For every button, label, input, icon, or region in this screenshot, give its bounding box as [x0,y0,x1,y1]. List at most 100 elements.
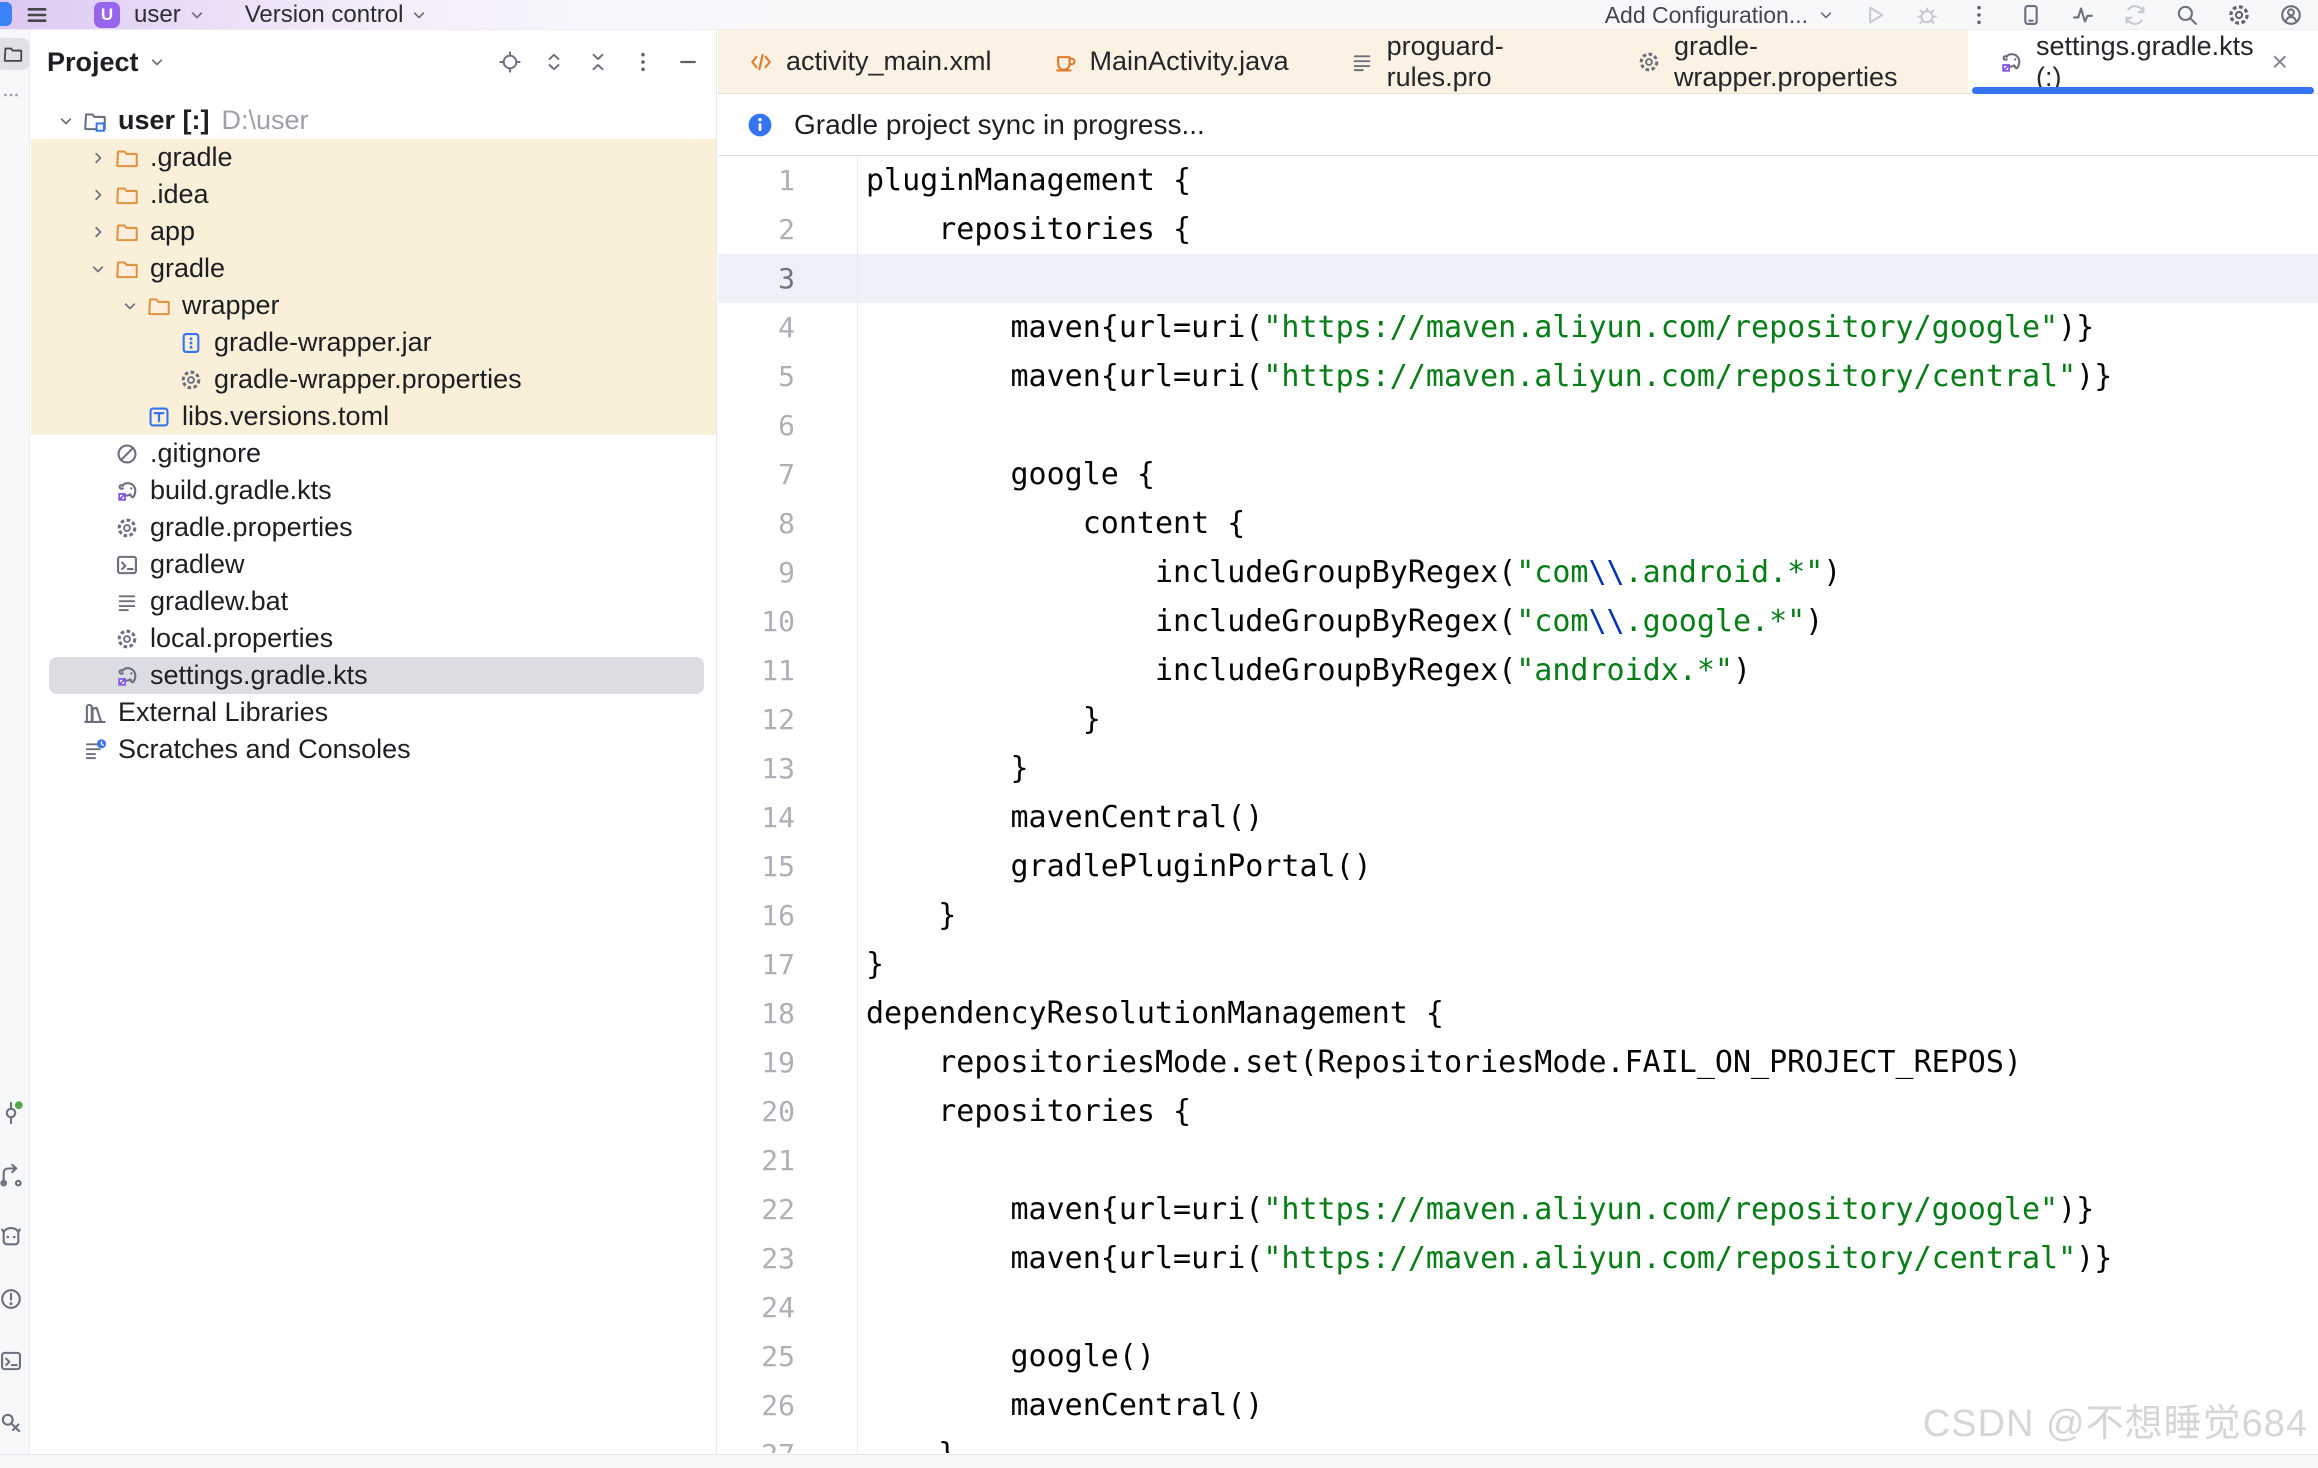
code-line[interactable]: 14 mavenCentral() [718,793,2318,842]
line-number[interactable]: 19 [718,1038,858,1087]
chevron-down-icon[interactable] [115,296,145,316]
line-number[interactable]: 17 [718,940,858,989]
line-number[interactable]: 24 [718,1283,858,1332]
code-line[interactable]: 25 google() [718,1332,2318,1381]
editor-tab[interactable]: activity_main.xml [718,30,1022,93]
line-number[interactable]: 7 [718,450,858,499]
code-line[interactable]: 21 [718,1136,2318,1185]
line-number[interactable]: 8 [718,499,858,548]
tree-row[interactable]: wrapper [31,287,716,324]
code-line[interactable]: 10 includeGroupByRegex("com\\.google.*") [718,597,2318,646]
expand-all-icon[interactable] [542,50,566,74]
project-avatar[interactable]: U [94,2,120,28]
hamburger-icon[interactable] [24,2,50,28]
pull-requests-icon[interactable] [0,1162,28,1188]
code-line[interactable]: 4 maven{url=uri("https://maven.aliyun.co… [718,303,2318,352]
device-manager-icon[interactable] [2018,2,2044,28]
line-number[interactable]: 2 [718,205,858,254]
project-switcher[interactable]: user [134,1,207,29]
line-number[interactable]: 26 [718,1381,858,1430]
code-line[interactable]: 7 google { [718,450,2318,499]
line-number[interactable]: 6 [718,401,858,450]
locate-icon[interactable] [498,50,522,74]
code-line[interactable]: 5 maven{url=uri("https://maven.aliyun.co… [718,352,2318,401]
line-number[interactable]: 20 [718,1087,858,1136]
line-number[interactable]: 21 [718,1136,858,1185]
code-line[interactable]: 9 includeGroupByRegex("com\\.android.*") [718,548,2318,597]
active-tool-window-pill[interactable] [0,38,30,70]
services-icon[interactable] [0,1410,28,1436]
code-line[interactable]: 2 repositories { [718,205,2318,254]
chevron-right-icon[interactable] [83,185,113,205]
line-number[interactable]: 5 [718,352,858,401]
line-number[interactable]: 1 [718,156,858,205]
tree-row[interactable]: local.properties [31,620,716,657]
line-number[interactable]: 23 [718,1234,858,1283]
debug-icon[interactable] [1914,2,1940,28]
line-number[interactable]: 12 [718,695,858,744]
code-line[interactable]: 1pluginManagement { [718,156,2318,205]
tree-row[interactable]: External Libraries [31,694,716,731]
code-line[interactable]: 22 maven{url=uri("https://maven.aliyun.c… [718,1185,2318,1234]
code-line[interactable]: 16 } [718,891,2318,940]
tree-row[interactable]: build.gradle.kts [31,472,716,509]
search-icon[interactable] [2174,2,2200,28]
code-line[interactable]: 24 [718,1283,2318,1332]
line-number[interactable]: 3 [718,254,858,303]
chevron-right-icon[interactable] [83,148,113,168]
line-number[interactable]: 16 [718,891,858,940]
line-number[interactable]: 10 [718,597,858,646]
chevron-right-icon[interactable] [83,222,113,242]
hide-icon[interactable] [676,50,700,74]
code-line[interactable]: 13 } [718,744,2318,793]
code-line[interactable]: 8 content { [718,499,2318,548]
vcs-widget[interactable]: Version control [245,1,430,29]
line-number[interactable]: 13 [718,744,858,793]
tree-row[interactable]: gradle-wrapper.jar [31,324,716,361]
more-windows-icon[interactable] [0,84,28,106]
tree-row[interactable]: .idea [31,176,716,213]
account-icon[interactable] [2278,2,2304,28]
editor-tab[interactable]: MainActivity.java [1022,30,1319,93]
code-line[interactable]: 18dependencyResolutionManagement { [718,989,2318,1038]
profiler-icon[interactable] [2070,2,2096,28]
code-line[interactable]: 19 repositoriesMode.set(RepositoriesMode… [718,1038,2318,1087]
code-line[interactable]: 6 [718,401,2318,450]
code-line[interactable]: 20 repositories { [718,1087,2318,1136]
line-number[interactable]: 9 [718,548,858,597]
terminal-icon[interactable] [0,1348,28,1374]
chevron-down-icon[interactable] [51,111,81,131]
code-line[interactable]: 15 gradlePluginPortal() [718,842,2318,891]
tree-row[interactable]: settings.gradle.kts [49,657,704,694]
line-number[interactable]: 11 [718,646,858,695]
assistant-icon[interactable] [0,1224,28,1250]
tree-row[interactable]: app [31,213,716,250]
tree-row[interactable]: Scratches and Consoles [31,731,716,768]
tree-row[interactable]: user [:]D:\user [31,102,716,139]
problems-icon[interactable] [0,1286,28,1312]
line-number[interactable]: 25 [718,1332,858,1381]
line-number[interactable]: 15 [718,842,858,891]
tree-row[interactable]: gradlew.bat [31,583,716,620]
editor-tab[interactable]: gradle-wrapper.properties [1606,30,1968,93]
tree-row[interactable]: gradle.properties [31,509,716,546]
code-editor[interactable]: 1pluginManagement {2 repositories {34 ma… [718,156,2318,1453]
code-line[interactable]: 17} [718,940,2318,989]
line-number[interactable]: 27 [718,1430,858,1453]
line-number[interactable]: 22 [718,1185,858,1234]
tree-row[interactable]: .gitignore [31,435,716,472]
code-line[interactable]: 23 maven{url=uri("https://maven.aliyun.c… [718,1234,2318,1283]
line-number[interactable]: 4 [718,303,858,352]
tree-row[interactable]: gradle-wrapper.properties [31,361,716,398]
tree-row[interactable]: .gradle [31,139,716,176]
project-panel-title[interactable]: Project [47,47,167,78]
settings-icon[interactable] [2226,2,2252,28]
run-icon[interactable] [1862,2,1888,28]
editor-tab[interactable]: settings.gradle.kts (:)× [1968,30,2318,93]
more-icon[interactable] [630,49,656,75]
code-line[interactable]: 11 includeGroupByRegex("androidx.*") [718,646,2318,695]
code-line[interactable]: 12 } [718,695,2318,744]
editor-tab[interactable]: proguard-rules.pro [1319,30,1606,93]
run-configuration-selector[interactable]: Add Configuration... [1605,2,1836,29]
version-control-icon[interactable] [0,1100,28,1126]
